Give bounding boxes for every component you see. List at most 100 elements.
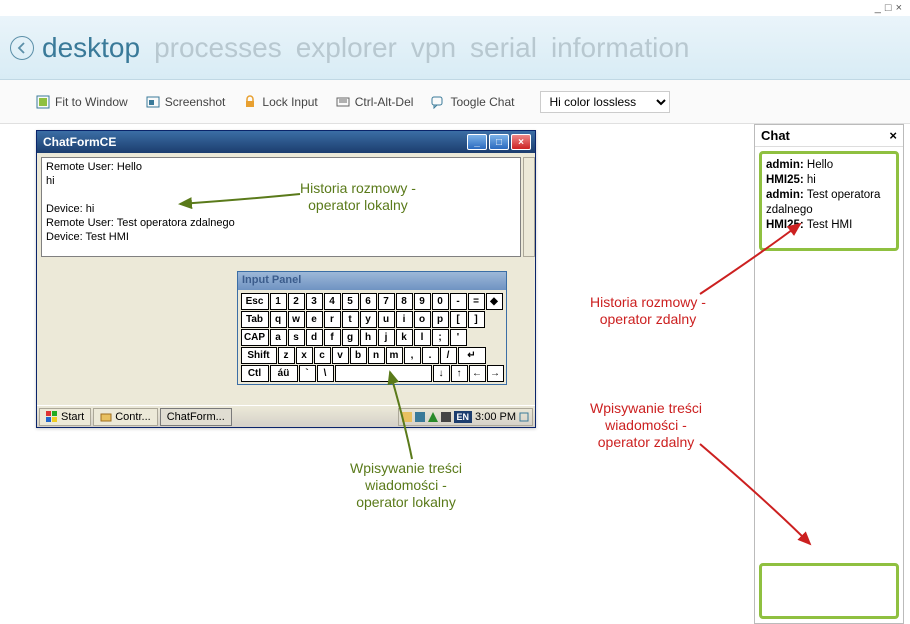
key-r[interactable]: r [324, 311, 341, 328]
start-button[interactable]: Start [39, 408, 91, 426]
key-↑[interactable]: ↑ [451, 365, 468, 382]
key-9[interactable]: 9 [414, 293, 431, 310]
key-q[interactable]: q [270, 311, 287, 328]
toggle-chat-button[interactable]: Toogle Chat [431, 95, 514, 109]
key-m[interactable]: m [386, 347, 403, 364]
key-↵[interactable]: ↵ [458, 347, 486, 364]
taskbar-item-1[interactable]: Contr... [93, 408, 157, 426]
tray-icon-3[interactable] [428, 412, 438, 422]
remote-minimize-icon[interactable]: _ [467, 134, 487, 150]
tab-processes[interactable]: processes [154, 32, 282, 64]
fit-to-window-button[interactable]: Fit to Window [36, 95, 128, 109]
minimize-icon[interactable]: _ [875, 2, 881, 14]
ce-taskbar: Start Contr... ChatForm... EN 3:00 PM [37, 405, 535, 427]
key-x[interactable]: x [296, 347, 313, 364]
key-e[interactable]: e [306, 311, 323, 328]
maximize-icon[interactable]: □ [885, 2, 892, 14]
key-k[interactable]: k [396, 329, 413, 346]
key-0[interactable]: 0 [432, 293, 449, 310]
remote-maximize-icon[interactable]: □ [489, 134, 509, 150]
key-8[interactable]: 8 [396, 293, 413, 310]
key-g[interactable]: g [342, 329, 359, 346]
chat-input[interactable] [759, 563, 899, 619]
key-.[interactable]: . [422, 347, 439, 364]
start-label: Start [61, 411, 84, 423]
key-3[interactable]: 3 [306, 293, 323, 310]
language-indicator[interactable]: EN [454, 411, 473, 423]
key-][interactable]: ] [468, 311, 485, 328]
tray-icon-1[interactable] [402, 412, 412, 422]
tab-desktop[interactable]: desktop [42, 32, 140, 64]
key-z[interactable]: z [278, 347, 295, 364]
key-a[interactable]: a [270, 329, 287, 346]
key-t[interactable]: t [342, 311, 359, 328]
key-Tab[interactable]: Tab [241, 311, 269, 328]
key-d[interactable]: d [306, 329, 323, 346]
chat-close-icon[interactable]: × [889, 128, 897, 143]
key-y[interactable]: y [360, 311, 377, 328]
key-space[interactable] [335, 365, 432, 382]
key-Esc[interactable]: Esc [241, 293, 269, 310]
key-/[interactable]: / [440, 347, 457, 364]
folder-icon [100, 411, 112, 423]
key-7[interactable]: 7 [378, 293, 395, 310]
key-=[interactable]: = [468, 293, 485, 310]
key-→[interactable]: → [487, 365, 504, 382]
key-←[interactable]: ← [469, 365, 486, 382]
remote-close-icon[interactable]: × [511, 134, 531, 150]
taskbar-item-2[interactable]: ChatForm... [160, 408, 232, 426]
quality-select[interactable]: Hi color lossless [540, 91, 670, 113]
quality-select-wrap: Hi color lossless [540, 91, 670, 113]
key-i[interactable]: i [396, 311, 413, 328]
key-b[interactable]: b [350, 347, 367, 364]
chat-text: Hello [807, 159, 833, 171]
screenshot-button[interactable]: Screenshot [146, 95, 226, 109]
tab-information[interactable]: information [551, 32, 690, 64]
key-6[interactable]: 6 [360, 293, 377, 310]
key-v[interactable]: v [332, 347, 349, 364]
key-Shift[interactable]: Shift [241, 347, 277, 364]
key-5[interactable]: 5 [342, 293, 359, 310]
key-,[interactable]: , [404, 347, 421, 364]
remote-title: ChatFormCE [41, 135, 465, 149]
tab-explorer[interactable]: explorer [296, 32, 397, 64]
tab-vpn[interactable]: vpn [411, 32, 456, 64]
key-`[interactable]: ` [299, 365, 316, 382]
key-f[interactable]: f [324, 329, 341, 346]
key-;[interactable]: ; [432, 329, 449, 346]
key-s[interactable]: s [288, 329, 305, 346]
remote-scrollbar[interactable] [523, 157, 535, 257]
key-4[interactable]: 4 [324, 293, 341, 310]
key-'[interactable]: ' [450, 329, 467, 346]
key-o[interactable]: o [414, 311, 431, 328]
key-↓[interactable]: ↓ [433, 365, 450, 382]
close-icon[interactable]: × [896, 2, 902, 14]
key-1[interactable]: 1 [270, 293, 287, 310]
key-n[interactable]: n [368, 347, 385, 364]
fit-label: Fit to Window [55, 95, 128, 109]
key-l[interactable]: l [414, 329, 431, 346]
key-\[interactable]: \ [317, 365, 334, 382]
keyboard: Esc1234567890-=◆ Tabqwertyuiop[] CAPasdf… [238, 290, 506, 384]
back-button[interactable] [10, 36, 34, 60]
key-2[interactable]: 2 [288, 293, 305, 310]
key-p[interactable]: p [432, 311, 449, 328]
tray-icon-4[interactable] [441, 412, 451, 422]
annotation-remote-history: Historia rozmowy - operator zdalny [590, 294, 706, 328]
show-desktop-icon[interactable] [519, 412, 529, 422]
key-u[interactable]: u [378, 311, 395, 328]
key-[[interactable]: [ [450, 311, 467, 328]
key-j[interactable]: j [378, 329, 395, 346]
tab-serial[interactable]: serial [470, 32, 537, 64]
key-c[interactable]: c [314, 347, 331, 364]
key-h[interactable]: h [360, 329, 377, 346]
key-◆[interactable]: ◆ [486, 293, 503, 310]
tray-icon-2[interactable] [415, 412, 425, 422]
key-áü[interactable]: áü [270, 365, 298, 382]
key-Ctl[interactable]: Ctl [241, 365, 269, 382]
ctrl-alt-del-button[interactable]: Ctrl-Alt-Del [336, 95, 414, 109]
key-w[interactable]: w [288, 311, 305, 328]
key-CAP[interactable]: CAP [241, 329, 269, 346]
key--[interactable]: - [450, 293, 467, 310]
lock-input-button[interactable]: Lock Input [243, 95, 317, 109]
